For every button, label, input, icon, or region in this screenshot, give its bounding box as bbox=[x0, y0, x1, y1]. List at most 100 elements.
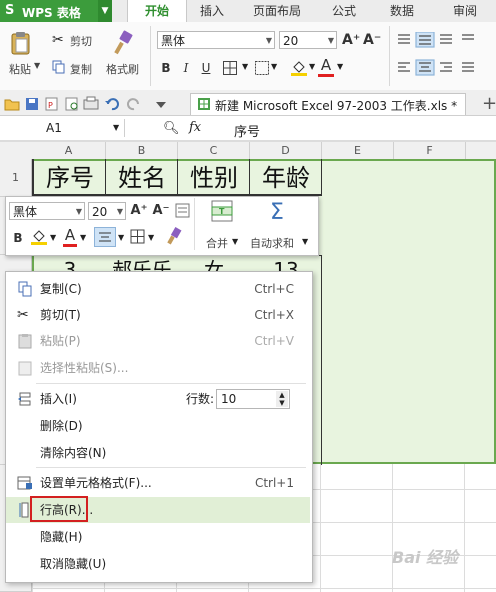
mini-format-button[interactable] bbox=[175, 203, 190, 221]
document-tab[interactable]: 新建 Microsoft Excel 97-2003 工作表.xls * bbox=[190, 93, 466, 115]
mini-grow-font-button[interactable]: A⁺ bbox=[130, 202, 148, 220]
mini-align-center-button[interactable] bbox=[94, 227, 116, 247]
name-box-value: A1 bbox=[46, 121, 62, 135]
font-color-button[interactable]: A bbox=[318, 56, 334, 74]
menu-item-paste-special[interactable]: 选择性粘贴(S)... bbox=[6, 355, 310, 381]
tab-page-layout[interactable]: 页面布局 bbox=[244, 0, 310, 22]
cell-a1[interactable]: 序号 bbox=[34, 161, 106, 193]
tab-home[interactable]: 开始 bbox=[127, 0, 187, 22]
menu-item-cut[interactable]: ✂ 剪切(T) Ctrl+X bbox=[6, 302, 310, 328]
menu-separator bbox=[36, 383, 306, 384]
menu-item-shortcut: Ctrl+X bbox=[254, 308, 294, 322]
app-menu-button[interactable]: S WPS 表格 ▼ bbox=[0, 0, 112, 22]
border-grid-icon bbox=[130, 229, 145, 244]
font-size-select[interactable]: 20 ▼ bbox=[279, 31, 337, 49]
copy-label: 复制 bbox=[70, 63, 92, 76]
chevron-down-icon[interactable]: ▼ bbox=[337, 62, 343, 71]
paste-label[interactable]: 粘贴 bbox=[9, 61, 31, 77]
chevron-down-icon[interactable]: ▼ bbox=[80, 233, 86, 242]
menu-item-clear-contents[interactable]: 清除内容(N) bbox=[6, 440, 310, 466]
mini-shrink-font-button[interactable]: A⁻ bbox=[152, 202, 170, 220]
chevron-down-icon[interactable]: ▼ bbox=[271, 62, 277, 71]
mini-font-color-button[interactable]: A bbox=[63, 226, 77, 244]
autosum-button[interactable]: Σ 自动求和 ▼ bbox=[248, 198, 312, 252]
wps-logo-icon: S bbox=[5, 3, 15, 18]
mini-clear-format-button[interactable] bbox=[166, 226, 184, 249]
column-header-b[interactable]: B bbox=[106, 142, 178, 159]
chevron-down-icon[interactable]: ▼ bbox=[50, 233, 56, 242]
rows-count-stepper[interactable]: 10 ▲ ▼ bbox=[216, 389, 290, 409]
chevron-down-icon[interactable]: ▼ bbox=[309, 62, 315, 71]
chevron-down-icon[interactable]: ▼ bbox=[242, 62, 248, 71]
rows-count-value: 10 bbox=[221, 392, 237, 406]
scissors-icon: ✂ bbox=[52, 32, 64, 48]
insert-function-button[interactable]: fx bbox=[189, 120, 201, 135]
cell-c1[interactable]: 性别 bbox=[178, 161, 250, 193]
tab-data[interactable]: 数据 bbox=[380, 0, 424, 22]
quick-access-toolbar: P bbox=[4, 96, 174, 112]
font-size-value: 20 bbox=[283, 34, 299, 48]
cell-b1[interactable]: 姓名 bbox=[106, 161, 178, 193]
paste-dropdown-icon[interactable]: ▼ bbox=[34, 61, 40, 70]
column-header-e[interactable]: E bbox=[322, 142, 394, 159]
mini-font-name-value: 黑体 bbox=[13, 205, 38, 219]
cell-border-style-button[interactable] bbox=[254, 60, 270, 79]
tab-insert[interactable]: 插入 bbox=[190, 0, 234, 22]
name-box[interactable]: A1 ▼ bbox=[0, 119, 125, 137]
menu-item-label: 粘贴(P) bbox=[40, 334, 81, 348]
stepper-down-icon[interactable]: ▼ bbox=[276, 399, 288, 407]
menu-separator bbox=[36, 467, 306, 468]
chevron-down-icon[interactable]: ▼ bbox=[148, 233, 154, 242]
mini-font-size-select[interactable]: 20 ▼ bbox=[88, 202, 126, 220]
shrink-font-button[interactable]: A⁻ bbox=[363, 31, 381, 49]
mini-borders-button[interactable] bbox=[130, 229, 145, 247]
column-header-f[interactable]: F bbox=[394, 142, 466, 159]
zoom-lookup-icon[interactable]: 🔍︎ bbox=[163, 121, 180, 136]
paste-special-icon bbox=[18, 361, 32, 376]
menu-item-label: 复制(C) bbox=[40, 282, 82, 296]
mini-font-name-select[interactable]: 黑体 ▼ bbox=[9, 202, 85, 220]
fill-color-button[interactable] bbox=[290, 58, 308, 79]
italic-button[interactable]: I bbox=[178, 59, 194, 77]
mini-fill-color-button[interactable] bbox=[30, 228, 48, 249]
column-header-c[interactable]: C bbox=[178, 142, 250, 159]
new-tab-button[interactable]: + bbox=[482, 93, 496, 114]
tab-review[interactable]: 审阅 bbox=[440, 0, 490, 22]
cell-d1[interactable]: 年龄 bbox=[250, 161, 322, 193]
spreadsheet-file-icon bbox=[198, 98, 210, 110]
menu-item-copy[interactable]: 复制(C) Ctrl+C bbox=[6, 276, 310, 302]
sigma-icon: Σ bbox=[270, 200, 284, 225]
merge-cells-icon: T bbox=[211, 200, 233, 222]
font-name-select[interactable]: 黑体 ▼ bbox=[157, 31, 275, 49]
menu-item-unhide[interactable]: 取消隐藏(U) bbox=[6, 551, 310, 577]
border-dotted-icon bbox=[255, 61, 269, 75]
merge-button[interactable]: T 合并 ▼ bbox=[200, 198, 244, 252]
column-header-d[interactable]: D bbox=[250, 142, 322, 159]
tab-formulas[interactable]: 公式 bbox=[322, 0, 366, 22]
mini-bold-button[interactable]: B bbox=[11, 229, 25, 247]
menu-item-shortcut: Ctrl+C bbox=[254, 282, 294, 296]
alignment-group bbox=[396, 31, 496, 82]
menu-item-hide[interactable]: 隐藏(H) bbox=[6, 524, 310, 550]
menu-item-delete[interactable]: 删除(D) bbox=[6, 413, 310, 439]
grow-font-button[interactable]: A⁺ bbox=[342, 31, 360, 49]
chevron-down-icon: ▼ bbox=[265, 36, 272, 45]
format-painter-button[interactable]: 格式刷 bbox=[106, 30, 142, 78]
menu-item-format-cells[interactable]: 设置单元格格式(F)... Ctrl+1 bbox=[6, 470, 310, 496]
menu-item-label: 插入(I) bbox=[40, 392, 77, 406]
formula-input[interactable]: 序号 bbox=[234, 121, 260, 140]
bold-button[interactable]: B bbox=[158, 59, 174, 77]
menu-item-paste[interactable]: 粘贴(P) Ctrl+V bbox=[6, 328, 310, 354]
chevron-down-icon: ▼ bbox=[302, 237, 309, 246]
column-header-a[interactable]: A bbox=[32, 142, 106, 159]
row-header-1[interactable]: 1 bbox=[0, 159, 32, 197]
chevron-down-icon: ▼ bbox=[116, 207, 123, 216]
chevron-down-icon[interactable]: ▼ bbox=[118, 233, 124, 242]
border-grid-icon bbox=[223, 61, 237, 75]
underline-button[interactable]: U bbox=[198, 59, 214, 77]
alignment-icons bbox=[398, 31, 474, 76]
paste-button[interactable] bbox=[8, 30, 38, 58]
borders-button[interactable] bbox=[222, 60, 238, 79]
watermark: Bai 经验 bbox=[392, 548, 459, 567]
stepper-up-icon[interactable]: ▲ bbox=[276, 391, 288, 399]
